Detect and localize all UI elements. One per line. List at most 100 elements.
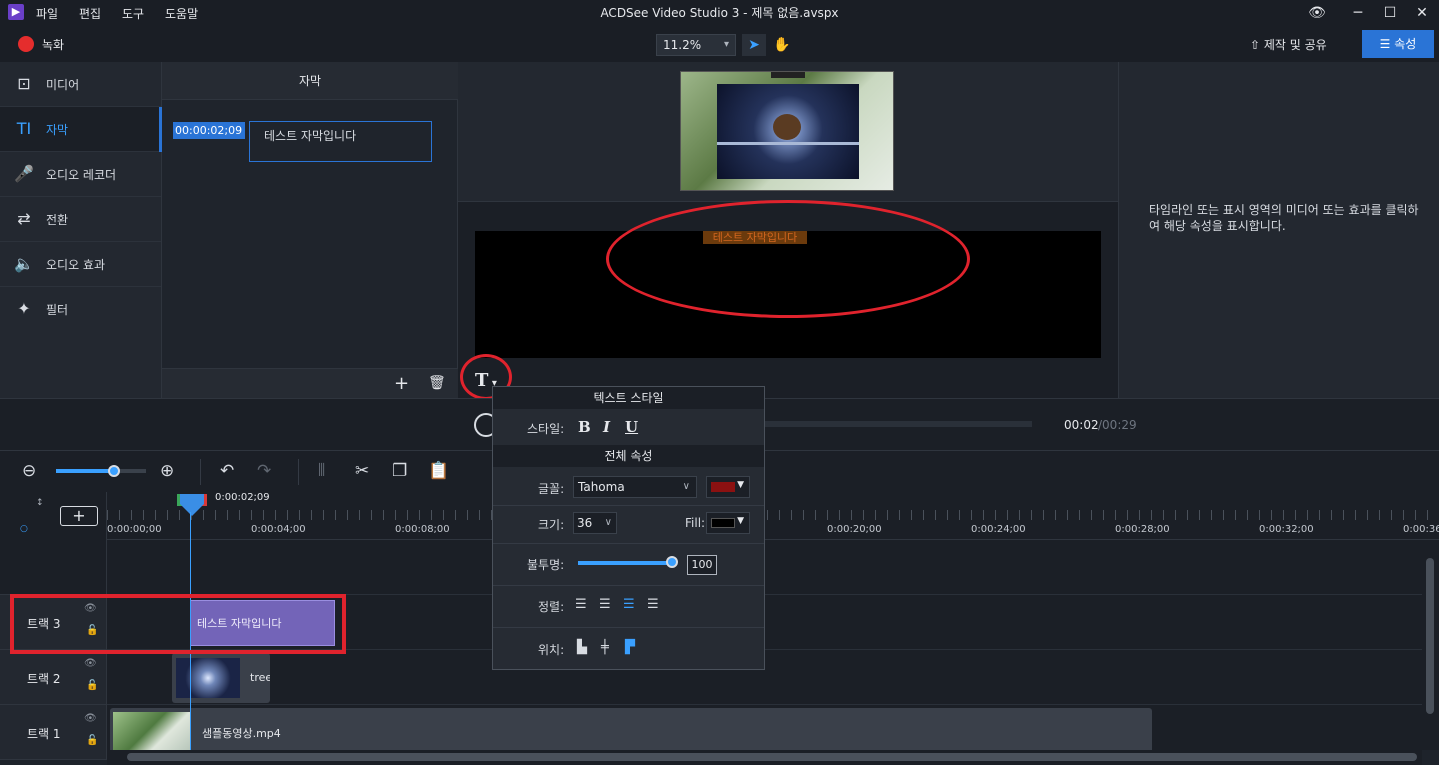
opacity-slider-knob[interactable] <box>666 556 678 568</box>
split-icon[interactable]: ⫴ <box>318 461 325 481</box>
tick-label: 0:00:28;00 <box>1115 524 1170 535</box>
tick-label: 0:00:00;00 <box>107 524 162 535</box>
opacity-input[interactable]: 100 <box>687 555 717 575</box>
eye-icon[interactable]: 👁 <box>84 713 97 724</box>
produce-share-button[interactable]: ⇧ 제작 및 공유 <box>1250 34 1327 56</box>
paste-icon[interactable]: 📋 <box>428 461 449 481</box>
redo-icon[interactable]: ↷ <box>257 461 271 481</box>
magic-wand-icon: ✦ <box>17 299 31 318</box>
nav-item-media[interactable]: ⊡ 미디어 <box>0 62 161 107</box>
align-left-icon[interactable]: ☰ <box>599 597 611 612</box>
clip-thumbnail <box>113 712 191 752</box>
subtitle-panel-footer: + 🗑 <box>162 368 458 398</box>
video-clip[interactable]: 샘플동영상.mp4 <box>110 708 1152 756</box>
lock-icon[interactable]: 🔓 <box>86 735 98 746</box>
opacity-label: 불투명: <box>527 558 565 572</box>
properties-label: 속성 <box>1394 37 1417 51</box>
subtitle-time[interactable]: 00:00:02;09 <box>173 122 245 139</box>
pointer-tool-icon[interactable]: ➤ <box>742 34 766 56</box>
eye-icon[interactable]: 👁 <box>84 658 97 669</box>
nav-item-transition[interactable]: ⇄ 전환 <box>0 197 161 242</box>
track-height-icon[interactable]: ↕ <box>36 498 44 508</box>
cut-icon[interactable]: ✂ <box>355 461 369 481</box>
record-icon[interactable] <box>18 36 34 52</box>
properties-button[interactable]: ☰ 속성 <box>1362 30 1434 58</box>
magnet-icon[interactable]: ○ <box>20 524 28 534</box>
align-label: 정렬: <box>538 600 565 614</box>
opacity-slider[interactable] <box>578 561 673 565</box>
playback-progress[interactable] <box>760 421 1032 427</box>
subtitle-text-input[interactable]: 테스트 자막입니다 <box>249 121 432 162</box>
tree-image <box>773 114 801 140</box>
properties-hint: 타임라인 또는 표시 영역의 미디어 또는 효과를 클릭하여 해당 속성을 표시… <box>1149 203 1419 233</box>
bold-button[interactable]: B <box>578 418 591 436</box>
microphone-icon: 🎤 <box>14 164 34 183</box>
clip-name: 샘플동영상.mp4 <box>202 727 281 740</box>
preview-thumbnail[interactable] <box>680 71 894 191</box>
size-select[interactable]: 36 ∨ <box>573 512 617 534</box>
position-top-icon[interactable]: ▛ <box>625 640 635 655</box>
align-justify-icon[interactable]: ☰ <box>575 597 587 612</box>
speaker-icon: 🔈 <box>14 254 34 273</box>
record-button[interactable]: 녹화 <box>42 36 64 53</box>
divider <box>493 543 764 544</box>
timeline-ruler[interactable]: 0:00:00;00 0:00:04;00 0:00:08;00 0:00:20… <box>107 492 1439 540</box>
position-bottom-icon[interactable]: ▙ <box>577 640 587 655</box>
maximize-button[interactable]: ☐ <box>1375 2 1405 24</box>
zoom-out-icon[interactable]: ⊖ <box>22 461 36 481</box>
nav-item-audio-effect[interactable]: 🔈 오디오 효과 <box>0 242 161 287</box>
add-subtitle-icon[interactable]: + <box>394 373 409 394</box>
position-middle-icon[interactable]: ╪ <box>601 640 609 655</box>
annotation-ellipse <box>606 200 970 318</box>
fill-label: Fill: <box>685 516 706 530</box>
chevron-down-icon: ∨ <box>682 481 690 492</box>
trash-icon[interactable]: 🗑 <box>428 375 446 391</box>
transition-icon: ⇄ <box>17 209 31 228</box>
add-track-button[interactable]: + <box>60 506 98 526</box>
scroll-thumb[interactable] <box>1426 558 1434 714</box>
track-2-header[interactable]: 트랙 2 👁 🔓 <box>0 650 107 705</box>
nav-label: 미디어 <box>46 78 80 92</box>
minimize-button[interactable]: ─ <box>1343 2 1373 24</box>
fill-color-picker[interactable]: ▼ <box>706 512 750 534</box>
text-style-title: 텍스트 스타일 <box>493 387 764 409</box>
align-center-icon[interactable]: ☰ <box>623 597 635 612</box>
align-right-icon[interactable]: ☰ <box>647 597 659 612</box>
undo-icon[interactable]: ↶ <box>220 461 234 481</box>
text-style-popup: 텍스트 스타일 스타일: B I U 전체 속성 글꼴: Tahoma ∨ ▼ … <box>492 386 765 670</box>
caret-down-icon: ▼ <box>737 516 744 526</box>
timeline-zoom-slider[interactable] <box>56 465 146 477</box>
italic-button[interactable]: I <box>603 418 610 436</box>
nav-item-filter[interactable]: ✦ 필터 <box>0 287 161 332</box>
copy-icon[interactable]: ❐ <box>392 461 407 481</box>
playhead-handle[interactable] <box>177 494 207 516</box>
font-color-picker[interactable]: ▼ <box>706 476 750 498</box>
timeline-vertical-scrollbar[interactable] <box>1422 540 1439 750</box>
main-toolbar: 녹화 11.2% ▾ ➤ ✋ ⇧ 제작 및 공유 ☰ 속성 <box>0 26 1439 62</box>
zoom-in-icon[interactable]: ⊕ <box>160 461 174 481</box>
underline-button[interactable]: U <box>625 418 638 436</box>
thumbnail-inner-video <box>717 84 859 179</box>
current-time: 00:02 <box>1064 418 1099 432</box>
zoom-slider-knob[interactable] <box>108 465 120 477</box>
scroll-thumb[interactable] <box>127 753 1417 761</box>
preview-thumbnail-area <box>458 62 1118 202</box>
zoom-dropdown[interactable]: 11.2% ▾ <box>656 34 736 56</box>
caret-down-icon: ▼ <box>737 480 744 490</box>
font-color-swatch <box>711 482 735 492</box>
nav-label: 자막 <box>46 123 69 137</box>
eye-icon[interactable]: 👁 <box>1302 2 1332 24</box>
app-window: ▶ 파일 편집 도구 도움말 ACDSee Video Studio 3 - 제… <box>0 0 1439 765</box>
image-clip[interactable]: tree <box>172 653 270 703</box>
thumbnail-caption-bar <box>771 72 805 78</box>
nav-item-subtitle[interactable]: TI 자막 <box>0 107 162 152</box>
font-select[interactable]: Tahoma ∨ <box>573 476 697 498</box>
timeline-horizontal-scrollbar[interactable] <box>107 750 1422 765</box>
lock-icon[interactable]: 🔓 <box>86 680 98 691</box>
hand-tool-icon[interactable]: ✋ <box>770 34 794 56</box>
track-1-header[interactable]: 트랙 1 👁 🔓 <box>0 705 107 760</box>
track-name: 트랙 2 <box>27 672 61 686</box>
text-icon: TI <box>16 119 32 138</box>
nav-item-audio-recorder[interactable]: 🎤 오디오 레코더 <box>0 152 161 197</box>
close-button[interactable]: ✕ <box>1407 2 1437 24</box>
